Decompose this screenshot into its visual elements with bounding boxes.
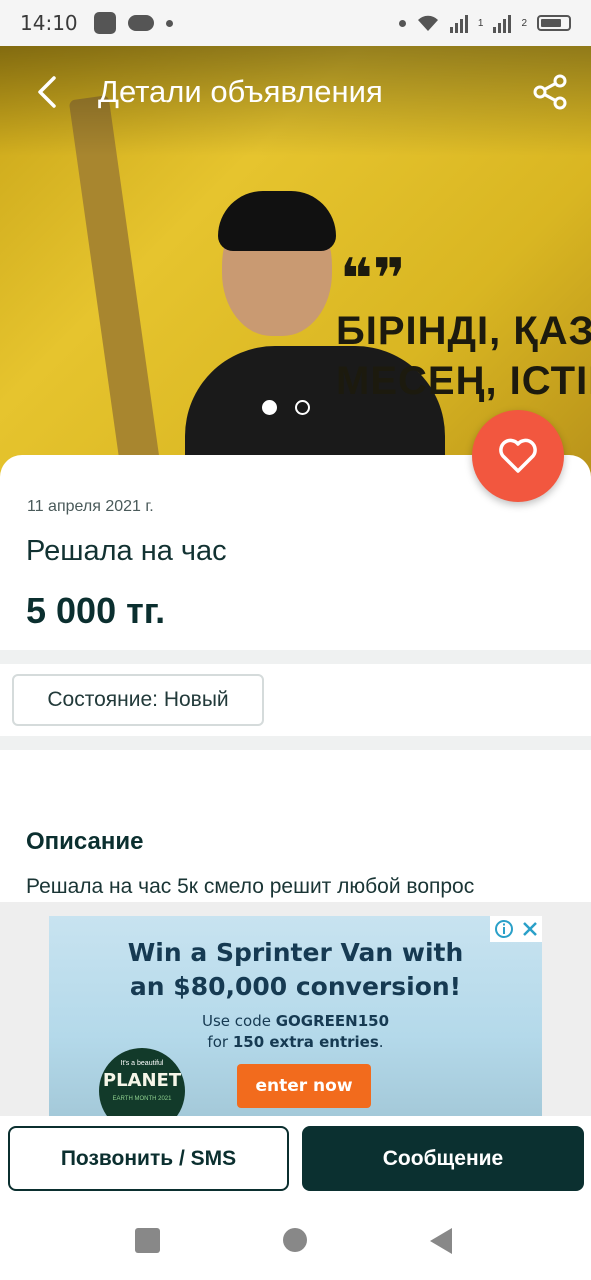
ad-headline-line1: Win a Sprinter Van with xyxy=(127,938,464,967)
heart-icon xyxy=(499,438,537,473)
description-text: Решала на час 5к смело решит любой вопро… xyxy=(26,875,475,898)
listing-price: 5 000 тг. xyxy=(26,590,166,631)
pager-dot[interactable] xyxy=(295,400,310,415)
recents-icon[interactable] xyxy=(135,1228,160,1253)
photo-person-hair xyxy=(218,191,336,251)
signal-icon-2 xyxy=(493,15,512,33)
photo-pager xyxy=(262,400,310,415)
app-bar: Детали объявления xyxy=(0,46,591,138)
favorite-button[interactable] xyxy=(472,410,564,502)
condition-chip: Состояние: Новый xyxy=(12,674,264,726)
ad-sub2-suffix: . xyxy=(378,1033,384,1051)
message-button[interactable]: Сообщение xyxy=(302,1126,584,1191)
ad-planet-big: PLANET xyxy=(102,1070,182,1091)
notification-dot-icon xyxy=(165,19,173,27)
ad-planet-logo: It's a beautiful PLANET EARTH MONTH 2021 xyxy=(99,1048,185,1116)
photo-wall-text: БІРІНДІ, ҚАЗАҚ, МЕСЕҢ, ІСТІН xyxy=(336,306,591,406)
photo-quote-mark: ❝❞ xyxy=(340,247,406,310)
cloud-icon xyxy=(127,15,154,31)
ad-code: GOGREEN150 xyxy=(275,1012,390,1030)
ad-choices[interactable] xyxy=(490,916,542,942)
ad-sub2-bold: 150 extra entries xyxy=(232,1033,379,1051)
sim2-label: 2 xyxy=(521,17,527,29)
description-heading: Описание xyxy=(26,828,144,855)
ad-planet-small: It's a beautiful xyxy=(120,1060,164,1067)
status-time: 14:10 xyxy=(20,11,78,35)
battery-icon xyxy=(537,15,571,31)
divider xyxy=(0,650,591,664)
back-arrow-icon[interactable] xyxy=(30,74,66,110)
system-nav-bar xyxy=(0,1200,591,1280)
ad-sub2-prefix: for xyxy=(207,1033,233,1051)
bottom-action-bar: Позвонить / SMS Сообщение xyxy=(0,1116,591,1200)
ad-subtext: Use code GOGREEN150 for 150 extra entrie… xyxy=(49,1011,542,1053)
status-right-icons: 1 2 xyxy=(398,13,571,33)
ad-planet-small2: EARTH MONTH 2021 xyxy=(112,1096,172,1102)
pager-dot-active[interactable] xyxy=(262,400,277,415)
photo-wall-text-line1: БІРІНДІ, ҚАЗАҚ, xyxy=(336,309,591,353)
status-bar: 14:10 1 2 xyxy=(0,0,591,46)
ad-sub-prefix: Use code xyxy=(201,1012,276,1030)
divider xyxy=(0,736,591,750)
photo-wall-text-line2: МЕСЕҢ, ІСТІН xyxy=(336,359,591,403)
notification-app-icon xyxy=(93,12,116,34)
call-sms-button[interactable]: Позвонить / SMS xyxy=(8,1126,289,1191)
page-title: Детали объявления xyxy=(98,74,383,109)
wifi-icon xyxy=(417,15,438,31)
listing-title: Решала на час xyxy=(26,535,227,567)
signal-icon xyxy=(449,15,468,33)
sim1-label: 1 xyxy=(477,17,484,29)
info-icon[interactable] xyxy=(494,919,514,939)
ad-headline-line2: an $80,000 conversion! xyxy=(129,972,462,1001)
notification-dot-icon xyxy=(398,19,406,27)
listing-date: 11 апреля 2021 г. xyxy=(27,498,154,515)
ad-enter-button[interactable]: enter now xyxy=(237,1064,371,1108)
ad-banner[interactable]: Win a Sprinter Van with an $80,000 conve… xyxy=(49,916,542,1116)
nav-back-icon[interactable] xyxy=(430,1228,452,1254)
home-icon[interactable] xyxy=(283,1228,307,1252)
close-icon[interactable] xyxy=(522,921,538,937)
ad-headline: Win a Sprinter Van with an $80,000 conve… xyxy=(49,936,542,1004)
ad-container: Win a Sprinter Van with an $80,000 conve… xyxy=(0,902,591,1116)
share-icon[interactable] xyxy=(530,72,570,112)
